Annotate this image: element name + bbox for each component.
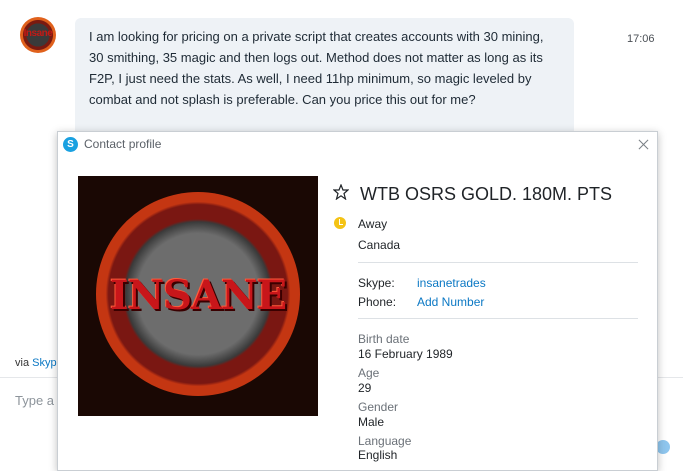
phone-label: Phone: xyxy=(358,295,397,309)
contact-display-name: WTB OSRS GOLD. 180M. PTS xyxy=(360,184,613,204)
sender-avatar[interactable]: Insane xyxy=(20,17,56,53)
gender-label: Gender xyxy=(358,400,399,414)
send-icon[interactable] xyxy=(656,440,670,454)
contact-status: Away xyxy=(358,217,388,231)
star-icon[interactable] xyxy=(333,184,349,200)
divider xyxy=(358,262,638,263)
gender-value: Male xyxy=(358,415,385,429)
divider xyxy=(358,318,638,319)
birth-date-value: 16 February 1989 xyxy=(358,347,453,361)
language-value: English xyxy=(358,448,398,462)
via-prefix: via xyxy=(15,357,33,369)
dialog-title: Contact profile xyxy=(84,137,162,151)
away-clock-icon xyxy=(334,217,346,229)
via-label: via Skype xyxy=(15,357,63,369)
skype-label: Skype: xyxy=(358,276,395,290)
message-bubble[interactable]: I am looking for pricing on a private sc… xyxy=(75,18,574,138)
avatar-logo-text: Insane xyxy=(23,28,53,39)
contact-profile-dialog: S Contact profile INSANE WTB OSRS GOLD. … xyxy=(57,131,658,471)
age-label: Age xyxy=(358,366,380,380)
skype-icon: S xyxy=(63,137,78,152)
birth-date-label: Birth date xyxy=(358,332,410,346)
skype-name-link[interactable]: insanetrades xyxy=(417,276,486,290)
dialog-titlebar[interactable]: S Contact profile xyxy=(58,132,657,158)
profile-picture-logo: INSANE xyxy=(109,272,287,319)
message-time: 17:06 xyxy=(627,33,655,45)
close-icon[interactable] xyxy=(635,134,653,154)
contact-location: Canada xyxy=(358,238,401,252)
profile-picture[interactable]: INSANE xyxy=(78,176,318,416)
message-text: I am looking for pricing on a private sc… xyxy=(89,29,544,107)
message-input[interactable]: Type a xyxy=(15,393,54,408)
age-value: 29 xyxy=(358,381,372,395)
language-label: Language xyxy=(358,434,412,448)
add-number-link[interactable]: Add Number xyxy=(417,295,484,309)
